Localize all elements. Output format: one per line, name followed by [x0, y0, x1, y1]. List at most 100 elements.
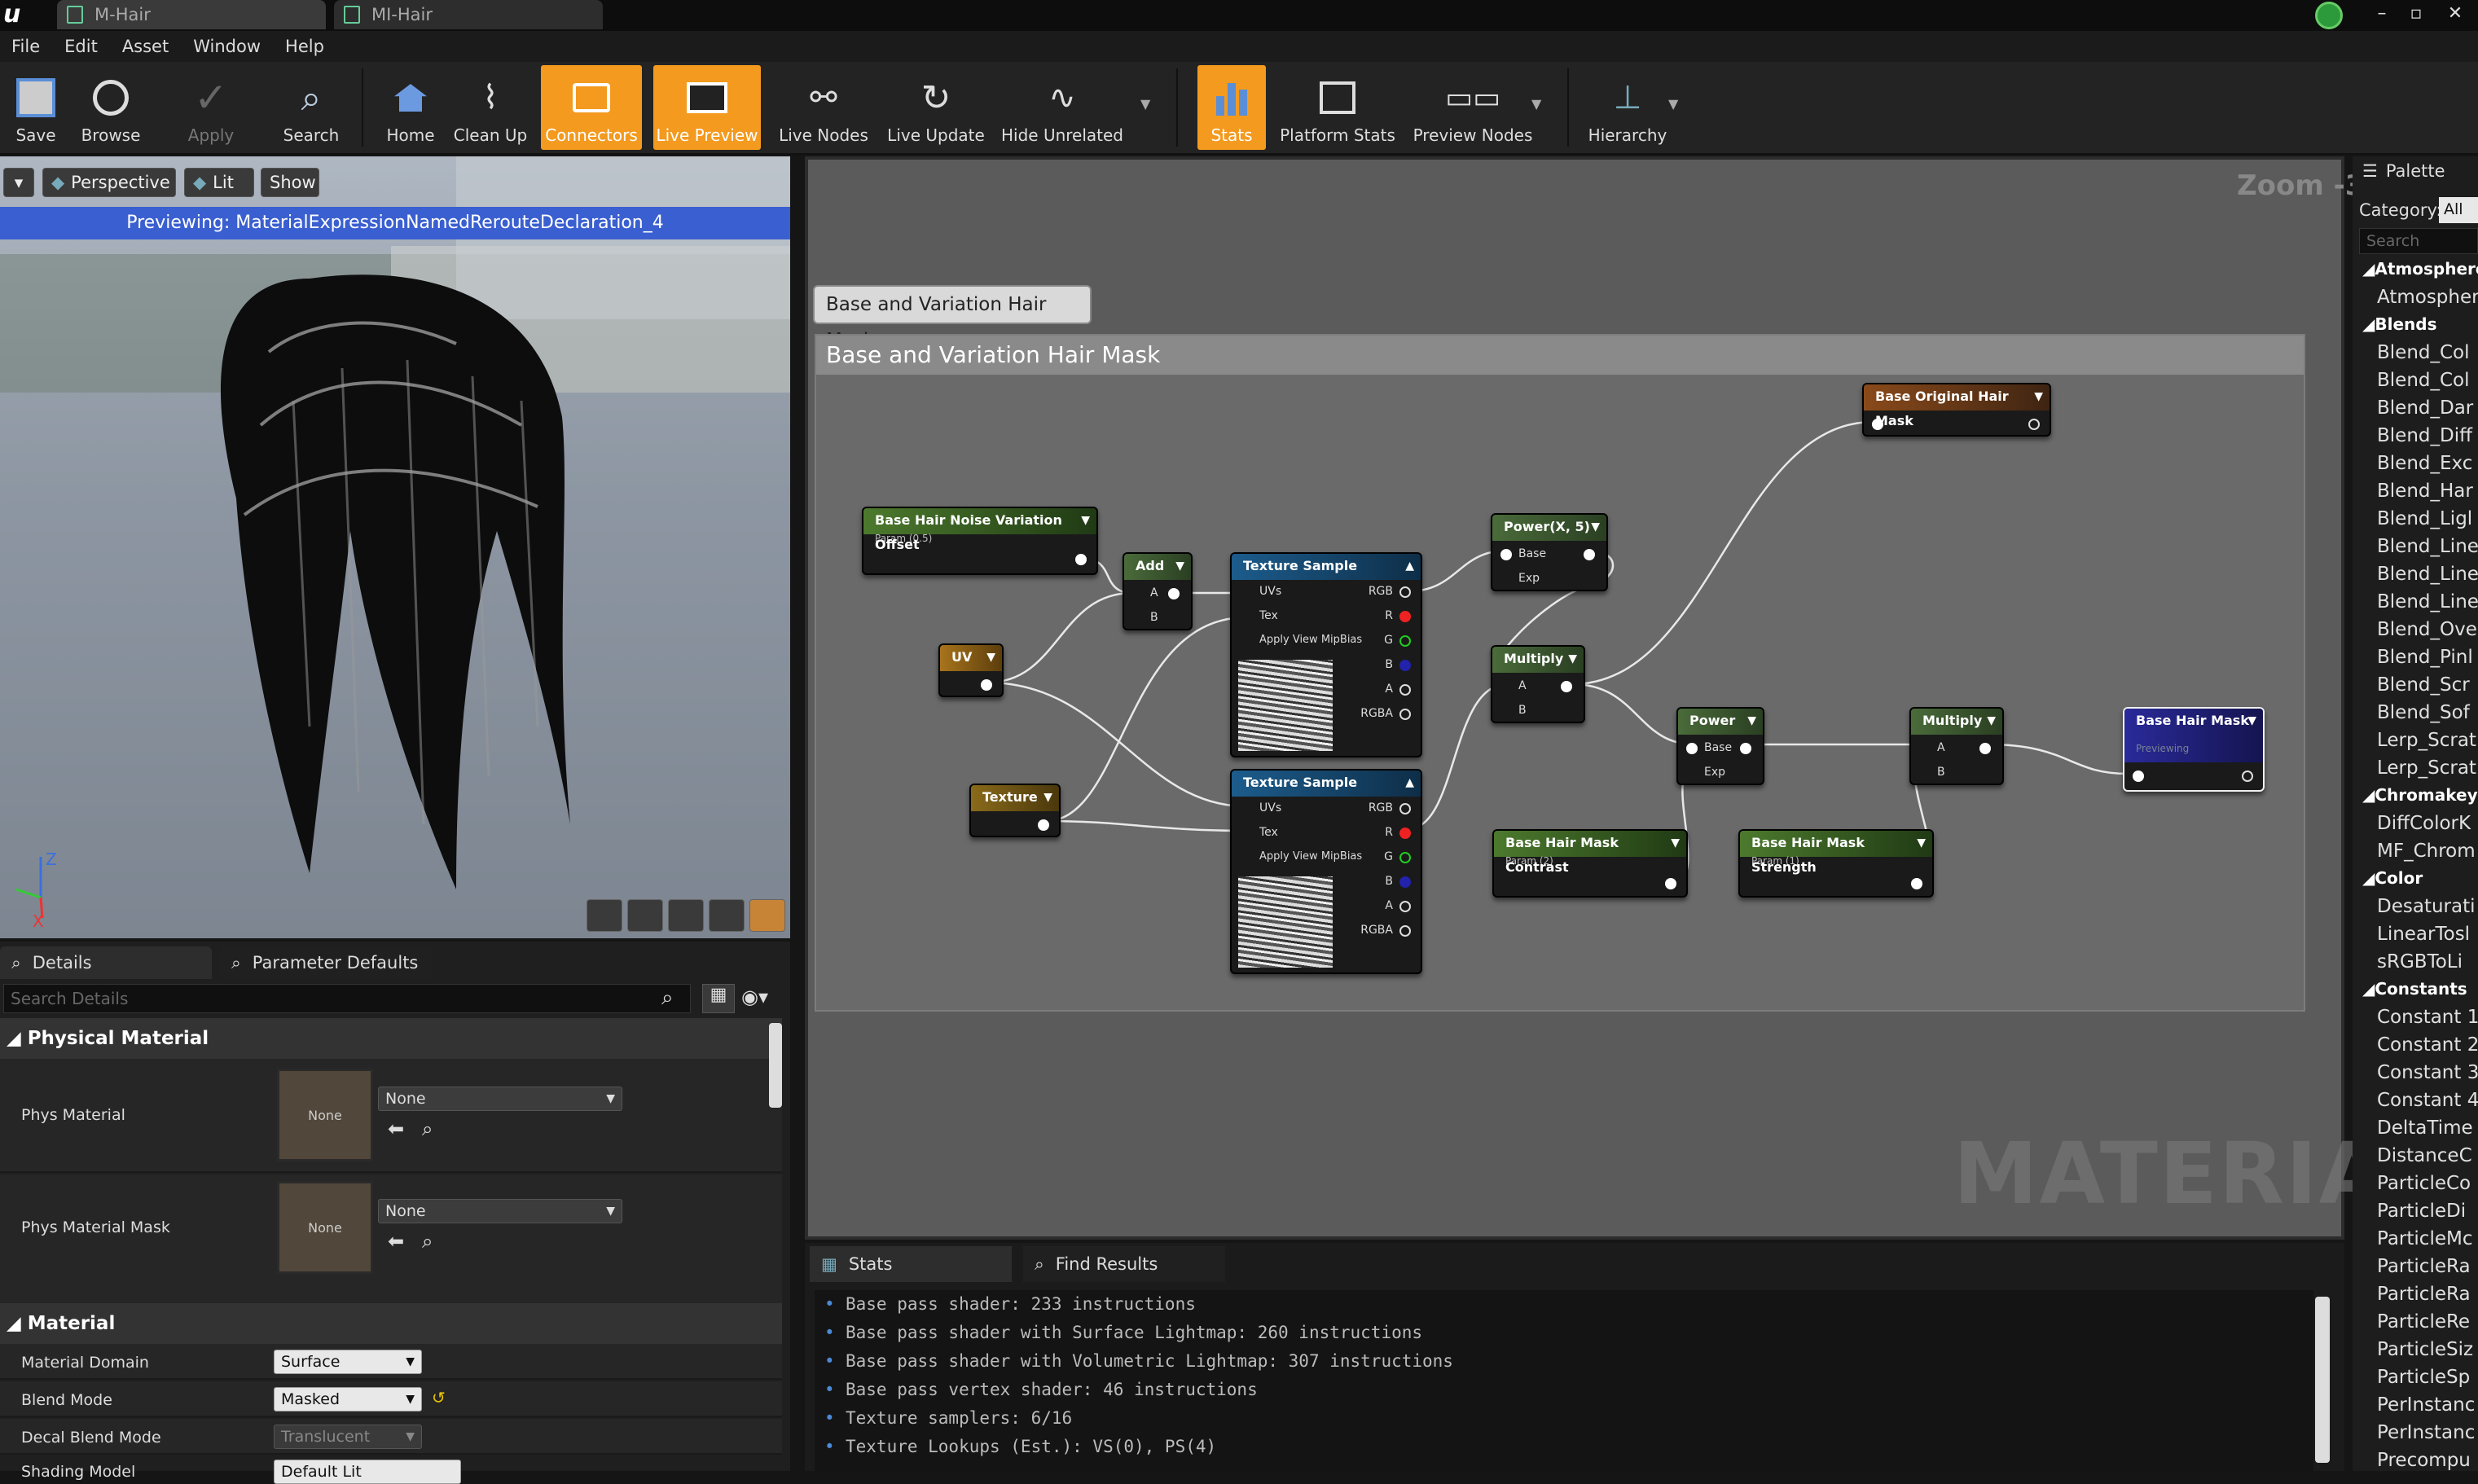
palette-item[interactable]: Lerp_Scrat [2377, 757, 2476, 779]
palette-item[interactable]: sRGBToLi [2377, 951, 2463, 973]
node-noise-variation-offset[interactable]: Base Hair Noise Variation Offset Param (0… [862, 507, 1098, 575]
chevron-down-icon[interactable]: ▼ [2247, 709, 2256, 733]
palette-item[interactable]: Blend_Col [2377, 370, 2470, 391]
chevron-down-icon[interactable]: ▼ [1081, 508, 1090, 533]
chevron-down-icon[interactable]: ▼ [1747, 709, 1756, 733]
palette-tab[interactable]: ☰ Palette [2362, 161, 2445, 181]
palette-item[interactable]: PerInstanc [2377, 1394, 2475, 1416]
output-pin[interactable] [1168, 588, 1180, 599]
palette-item[interactable]: Blend_Har [2377, 481, 2473, 502]
palette-item[interactable]: Blend_Col [2377, 342, 2470, 363]
rgba-pin[interactable] [1399, 925, 1411, 937]
node-uv[interactable]: UV ▼ [938, 643, 1004, 697]
category-combo[interactable]: All [2439, 197, 2478, 223]
stats-scrollbar[interactable] [2315, 1297, 2330, 1463]
palette-item[interactable]: Blend_Line [2377, 536, 2478, 557]
palette-item[interactable]: Precompu [2377, 1450, 2471, 1471]
palette-item[interactable]: Blend_Exc [2377, 453, 2472, 474]
palette-item[interactable]: Blend_Diff [2377, 425, 2472, 446]
input-pin[interactable] [1500, 549, 1512, 560]
node-multiply-1[interactable]: Multiply ▼ A B [1491, 645, 1585, 723]
palette-item[interactable]: LinearTosl [2377, 924, 2470, 945]
output-pin[interactable] [1561, 681, 1572, 692]
chevron-down-icon[interactable]: ▼ [1175, 554, 1184, 578]
palette-category[interactable]: ◢Blends [2362, 314, 2437, 334]
chevron-down-icon[interactable]: ▼ [986, 645, 995, 670]
palette-item[interactable]: Blend_Line [2377, 591, 2478, 612]
palette-item[interactable]: ParticleDi [2377, 1201, 2466, 1222]
output-pin[interactable] [1038, 819, 1049, 831]
palette-item[interactable]: Atmosphere [2377, 287, 2478, 308]
palette-item[interactable]: ParticleRa [2377, 1284, 2471, 1305]
palette-item[interactable]: Blend_Dar [2377, 397, 2473, 419]
a-pin[interactable] [1399, 901, 1411, 912]
palette-item[interactable]: ParticleSiz [2377, 1339, 2473, 1360]
output-pin[interactable] [981, 679, 992, 691]
palette-item[interactable]: PerInstanc [2377, 1422, 2475, 1443]
r-pin[interactable] [1399, 611, 1411, 622]
palette-category[interactable]: ◢Color [2362, 868, 2423, 888]
palette-item[interactable]: DeltaTime [2377, 1117, 2473, 1139]
palette-item[interactable]: Constant 1 [2377, 1007, 2478, 1028]
node-mask-strength[interactable]: Base Hair Mask Strength Param (1) ▼ [1738, 829, 1934, 898]
input-pin[interactable] [1872, 419, 1883, 430]
node-base-hair-mask-output[interactable]: Base Hair Mask Previewing ▼ [2123, 707, 2265, 792]
chevron-down-icon[interactable]: ▼ [1568, 647, 1577, 671]
palette-item[interactable]: Blend_Line [2377, 564, 2478, 585]
chevron-down-icon[interactable]: ▼ [1591, 515, 1600, 539]
palette-item[interactable]: Blend_Ligl [2377, 508, 2472, 529]
tab-find-results[interactable]: ⌕ Find Results [1023, 1246, 1225, 1282]
r-pin[interactable] [1399, 828, 1411, 839]
node-multiply-2[interactable]: Multiply ▼ A B [1909, 707, 2004, 785]
palette-item[interactable]: Constant 2 [2377, 1034, 2478, 1056]
input-pin[interactable] [1686, 743, 1698, 754]
chevron-down-icon[interactable]: ▼ [1917, 831, 1926, 855]
node-texture[interactable]: Texture ▼ [969, 784, 1061, 837]
node-power-x5[interactable]: Power(X, 5) ▼ Base Exp [1491, 513, 1608, 591]
palette-item[interactable]: Blend_Scr [2377, 674, 2470, 696]
b-pin[interactable] [1399, 876, 1411, 888]
collapse-icon[interactable]: ▲ [1405, 771, 1414, 795]
b-pin[interactable] [1399, 660, 1411, 671]
chevron-down-icon[interactable]: ▼ [2034, 384, 2043, 409]
palette-item[interactable]: Lerp_Scrat [2377, 730, 2476, 751]
node-texture-sample-2[interactable]: Texture Sample ▲ UVs Tex Apply View MipBi… [1230, 769, 1422, 974]
tab-stats[interactable]: ▦ Stats [810, 1246, 1012, 1282]
rgb-pin[interactable] [1399, 803, 1411, 814]
palette-item[interactable]: Constant 4 [2377, 1090, 2478, 1111]
palette-item[interactable]: Blend_Sof [2377, 702, 2470, 723]
palette-item[interactable]: DistanceC [2377, 1145, 2472, 1166]
palette-item[interactable]: DiffColorK [2377, 813, 2471, 834]
output-pin[interactable] [1979, 743, 1991, 754]
palette-item[interactable]: Blend_Pinl [2377, 647, 2473, 668]
palette-item[interactable]: ParticleSp [2377, 1367, 2470, 1388]
node-power[interactable]: Power ▼ Base Exp [1676, 707, 1764, 785]
palette-item[interactable]: Desaturati [2377, 896, 2476, 917]
palette-category[interactable]: ◢Atmosphere [2362, 259, 2478, 279]
chevron-down-icon[interactable]: ▼ [1043, 785, 1052, 810]
output-pin[interactable] [1911, 878, 1922, 889]
g-pin[interactable] [1399, 852, 1411, 863]
chevron-down-icon[interactable]: ▼ [1671, 831, 1680, 855]
palette-category[interactable]: ◢Constants [2362, 979, 2467, 999]
rgba-pin[interactable] [1399, 709, 1411, 720]
rgb-pin[interactable] [1399, 586, 1411, 598]
output-pin[interactable] [1584, 549, 1595, 560]
output-pin[interactable] [1075, 554, 1087, 565]
a-pin[interactable] [1399, 684, 1411, 696]
palette-category[interactable]: ◢Chromakeyi [2362, 785, 2478, 805]
palette-item[interactable]: ParticleCo [2377, 1173, 2471, 1194]
node-texture-sample-1[interactable]: Texture Sample ▲ UVs Tex Apply View MipBi… [1230, 552, 1422, 757]
input-pin[interactable] [2133, 771, 2144, 782]
collapse-icon[interactable]: ▲ [1405, 554, 1414, 578]
palette-item[interactable]: MF_Chrom [2377, 841, 2476, 862]
output-pin[interactable] [2028, 419, 2040, 430]
chevron-down-icon[interactable]: ▼ [1987, 709, 1996, 733]
palette-item[interactable]: Constant 3 [2377, 1062, 2478, 1083]
palette-item[interactable]: ParticleRe [2377, 1311, 2470, 1333]
node-mask-contrast[interactable]: Base Hair Mask Contrast Param (2) ▼ [1492, 829, 1688, 898]
palette-item[interactable]: Blend_Ove [2377, 619, 2477, 640]
output-pin[interactable] [1665, 878, 1676, 889]
output-pin[interactable] [2242, 771, 2253, 782]
palette-item[interactable]: ParticleMc [2377, 1228, 2472, 1249]
